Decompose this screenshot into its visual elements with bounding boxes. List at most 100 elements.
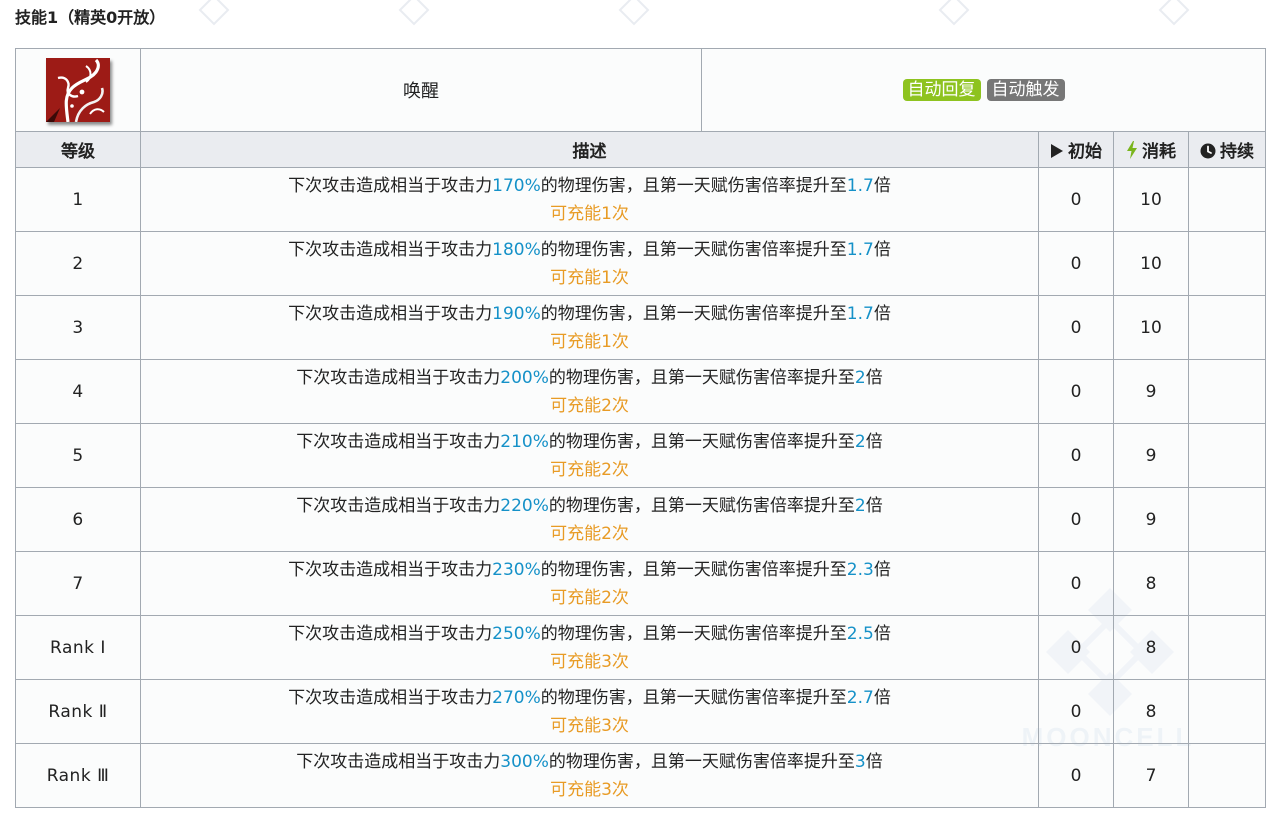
charge-text: 可充能3次 xyxy=(550,651,629,672)
level-row: 5 下次攻击造成相当于攻击力210%的物理伤害，且第一天赋伤害倍率提升至2倍 可充能… xyxy=(15,423,1266,488)
charge-text: 可充能3次 xyxy=(550,779,629,800)
atk-percent: 200% xyxy=(500,367,549,388)
duration-cell xyxy=(1188,423,1266,488)
level-row: Rank Ⅰ 下次攻击造成相当于攻击力250%的物理伤害，且第一天赋伤害倍率提升至… xyxy=(15,615,1266,680)
damage-multiplier: 2.7 xyxy=(846,687,874,708)
description-text: 倍 xyxy=(873,687,891,708)
duration-cell xyxy=(1188,743,1266,808)
level-cell: Rank Ⅰ xyxy=(15,615,141,680)
cost-cell: 9 xyxy=(1113,423,1189,488)
description-line: 下次攻击造成相当于攻击力220%的物理伤害，且第一天赋伤害倍率提升至2倍 xyxy=(141,492,1038,520)
tag-auto-trigger: 自动触发 xyxy=(986,79,1065,101)
charge-text: 可充能3次 xyxy=(550,715,629,736)
charge-text: 可充能2次 xyxy=(550,587,629,608)
col-duration-label: 持续 xyxy=(1220,142,1254,162)
level-cell: 3 xyxy=(15,295,141,360)
cost-cell: 7 xyxy=(1113,743,1189,808)
atk-percent: 220% xyxy=(500,495,549,516)
duration-cell xyxy=(1188,167,1266,232)
charge-text: 可充能1次 xyxy=(550,331,629,352)
description-cell: 下次攻击造成相当于攻击力270%的物理伤害，且第一天赋伤害倍率提升至2.7倍可充… xyxy=(140,679,1039,744)
duration-cell xyxy=(1188,487,1266,552)
duration-cell xyxy=(1188,231,1266,296)
duration-cell xyxy=(1188,615,1266,680)
atk-percent: 210% xyxy=(500,431,549,452)
description-cell: 下次攻击造成相当于攻击力170%的物理伤害，且第一天赋伤害倍率提升至1.7倍可充… xyxy=(140,167,1039,232)
description-line: 下次攻击造成相当于攻击力210%的物理伤害，且第一天赋伤害倍率提升至2倍 xyxy=(141,428,1038,456)
damage-multiplier: 2 xyxy=(854,431,866,452)
skill-icon-cell xyxy=(15,48,141,132)
charge-text: 可充能2次 xyxy=(550,395,629,416)
initial-cell: 0 xyxy=(1038,679,1114,744)
description-text: 的物理伤害，且第一天赋伤害倍率提升至 xyxy=(540,623,847,644)
column-header-row: 等级 描述 初始 消耗 持续 xyxy=(15,131,1266,168)
col-description: 描述 xyxy=(140,131,1039,168)
duration-cell xyxy=(1188,679,1266,744)
description-cell: 下次攻击造成相当于攻击力230%的物理伤害，且第一天赋伤害倍率提升至2.3倍 可充… xyxy=(140,551,1039,616)
description-text: 下次攻击造成相当于攻击力 xyxy=(296,495,501,516)
level-row: Rank Ⅱ 下次攻击造成相当于攻击力270%的物理伤害，且第一天赋伤害倍率提升至… xyxy=(15,679,1266,744)
description-text: 的物理伤害，且第一天赋伤害倍率提升至 xyxy=(540,175,847,196)
description-line: 下次攻击造成相当于攻击力190%的物理伤害，且第一天赋伤害倍率提升至1.7倍 xyxy=(141,300,1038,328)
description-text: 倍 xyxy=(873,559,891,580)
charge-text: 可充能1次 xyxy=(550,203,629,224)
description-text: 倍 xyxy=(873,239,891,260)
cost-cell: 10 xyxy=(1113,167,1189,232)
level-row: 3 下次攻击造成相当于攻击力190%的物理伤害，且第一天赋伤害倍率提升至1.7倍可… xyxy=(15,295,1266,360)
description-text: 下次攻击造成相当于攻击力 xyxy=(288,175,493,196)
description-text: 倍 xyxy=(865,431,883,452)
description-line: 下次攻击造成相当于攻击力270%的物理伤害，且第一天赋伤害倍率提升至2.7倍 xyxy=(141,684,1038,712)
charge-text: 可充能1次 xyxy=(550,267,629,288)
atk-percent: 270% xyxy=(492,687,541,708)
initial-cell: 0 xyxy=(1038,231,1114,296)
atk-percent: 190% xyxy=(492,303,541,324)
initial-cell: 0 xyxy=(1038,359,1114,424)
description-text: 倍 xyxy=(873,175,891,196)
description-text: 的物理伤害，且第一天赋伤害倍率提升至 xyxy=(548,495,855,516)
cost-cell: 8 xyxy=(1113,551,1189,616)
duration-cell xyxy=(1188,359,1266,424)
damage-multiplier: 1.7 xyxy=(846,175,874,196)
description-text: 的物理伤害，且第一天赋伤害倍率提升至 xyxy=(540,303,847,324)
skill-name: 唤醒 xyxy=(140,48,702,132)
description-cell: 下次攻击造成相当于攻击力250%的物理伤害，且第一天赋伤害倍率提升至2.5倍 可充… xyxy=(140,615,1039,680)
description-cell: 下次攻击造成相当于攻击力200%的物理伤害，且第一天赋伤害倍率提升至2倍 可充能2… xyxy=(140,359,1039,424)
col-cost-label: 消耗 xyxy=(1142,142,1176,162)
description-cell: 下次攻击造成相当于攻击力210%的物理伤害，且第一天赋伤害倍率提升至2倍 可充能2… xyxy=(140,423,1039,488)
duration-cell xyxy=(1188,551,1266,616)
skill-table: 唤醒 自动回复 自动触发 等级 描述 初始 消耗 持续 1 下次攻击造成相当于攻击力… xyxy=(15,48,1266,808)
description-text: 倍 xyxy=(873,303,891,324)
description-text: 的物理伤害，且第一天赋伤害倍率提升至 xyxy=(540,687,847,708)
level-cell: 5 xyxy=(15,423,141,488)
level-row: 6 下次攻击造成相当于攻击力220%的物理伤害，且第一天赋伤害倍率提升至2倍 可充能… xyxy=(15,487,1266,552)
atk-percent: 170% xyxy=(492,175,541,196)
description-text: 的物理伤害，且第一天赋伤害倍率提升至 xyxy=(548,751,855,772)
level-cell: 4 xyxy=(15,359,141,424)
initial-cell: 0 xyxy=(1038,487,1114,552)
level-cell: 7 xyxy=(15,551,141,616)
cost-cell: 9 xyxy=(1113,487,1189,552)
page: MOONCELL 技能1（精英0开放） xyxy=(0,0,1278,814)
clock-icon xyxy=(1200,143,1216,159)
description-cell: 下次攻击造成相当于攻击力300%的物理伤害，且第一天赋伤害倍率提升至3倍可充能3… xyxy=(140,743,1039,808)
description-text: 倍 xyxy=(873,623,891,644)
atk-percent: 300% xyxy=(500,751,549,772)
description-text: 倍 xyxy=(865,751,883,772)
section-title: 技能1（精英0开放） xyxy=(15,8,166,27)
cost-cell: 8 xyxy=(1113,615,1189,680)
tag-auto-recovery: 自动回复 xyxy=(902,79,981,101)
level-row: 2 下次攻击造成相当于攻击力180%的物理伤害，且第一天赋伤害倍率提升至1.7倍可… xyxy=(15,231,1266,296)
description-line: 下次攻击造成相当于攻击力300%的物理伤害，且第一天赋伤害倍率提升至3倍 xyxy=(141,748,1038,776)
description-text: 下次攻击造成相当于攻击力 xyxy=(296,367,501,388)
description-line: 下次攻击造成相当于攻击力170%的物理伤害，且第一天赋伤害倍率提升至1.7倍 xyxy=(141,172,1038,200)
initial-cell: 0 xyxy=(1038,423,1114,488)
level-row: 1 下次攻击造成相当于攻击力170%的物理伤害，且第一天赋伤害倍率提升至1.7倍可… xyxy=(15,167,1266,232)
damage-multiplier: 3 xyxy=(854,751,866,772)
col-duration: 持续 xyxy=(1188,131,1266,168)
atk-percent: 250% xyxy=(492,623,541,644)
description-text: 的物理伤害，且第一天赋伤害倍率提升至 xyxy=(548,367,855,388)
description-text: 倍 xyxy=(865,495,883,516)
play-icon xyxy=(1051,144,1063,158)
cost-cell: 10 xyxy=(1113,231,1189,296)
skill-header-row: 唤醒 自动回复 自动触发 xyxy=(15,48,1266,132)
